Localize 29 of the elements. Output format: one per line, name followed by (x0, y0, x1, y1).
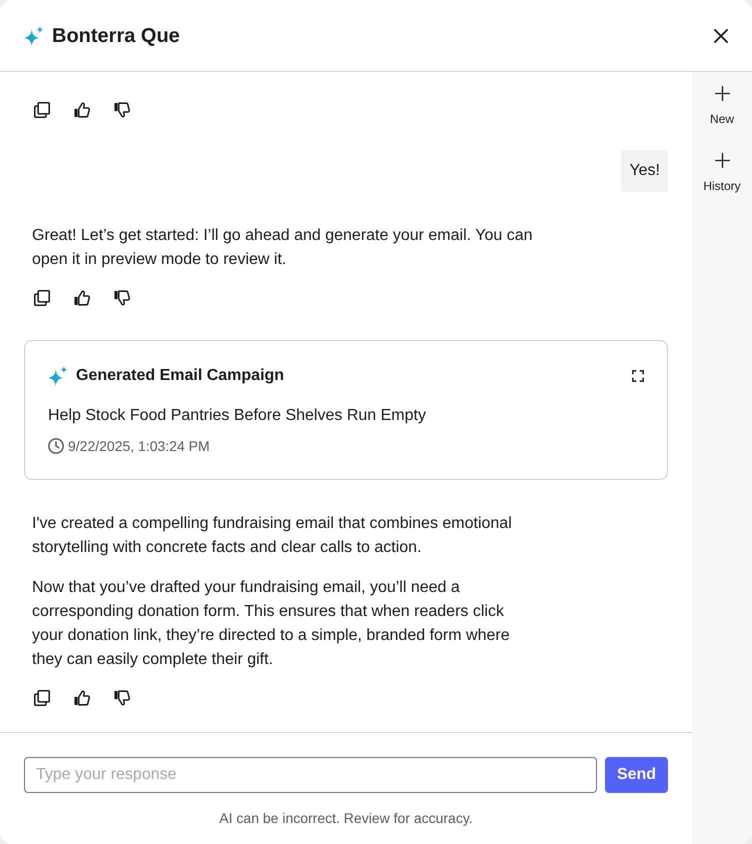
assistant-message-text: Now that you’ve drafted your fundraising email, you’ll need a corresponding donation form. This ensures that when readers click your donation link, they’re directed to a simple, branded form where they can easily complete their gift. (32, 578, 511, 670)
send-button[interactable]: Send (605, 757, 668, 793)
disclaimer-text: AI can be incorrect. Review for accuracy. (218, 809, 474, 828)
copy-icon (34, 290, 50, 306)
thumbs-up-icon (74, 102, 90, 118)
sidebar-item[interactable]: New (692, 78, 752, 133)
clock-icon (48, 438, 64, 454)
close-icon (714, 28, 728, 42)
plus-icon (714, 86, 730, 101)
assistant-message-text: I've created a compelling fundraising email that combines emotional storytelling with concrete facts and clear calls to action. (32, 514, 513, 558)
window-title: Bonterra Que (52, 24, 180, 48)
card-title: Generated Email Campaign (76, 366, 284, 386)
expand-icon (632, 370, 644, 382)
email-subject: Help Stock Food Pantries Before Shelves Run Empty (48, 406, 427, 426)
sidebar-item[interactable]: History (692, 145, 752, 200)
timestamp: 9/22/2025, 1:03:24 PM (68, 437, 210, 456)
user-message-bubble: Yes! (621, 150, 668, 192)
thumbs-up-icon (74, 290, 90, 306)
sparkle-icon (48, 366, 68, 386)
copy-icon (34, 690, 50, 706)
thumbs-down-icon (114, 690, 130, 706)
response-input[interactable]: Type your response (24, 757, 597, 793)
copy-icon (34, 102, 50, 118)
thumbs-up-icon (74, 690, 90, 706)
sparkle-icon (24, 26, 44, 46)
thumbs-down-icon (114, 290, 130, 306)
assistant-message-text: Great! Let’s get started: I’ll go ahead and generate your email. You can open it in preview mode to review it. (32, 226, 534, 270)
plus-icon (714, 153, 730, 168)
thumbs-down-icon (114, 102, 130, 118)
